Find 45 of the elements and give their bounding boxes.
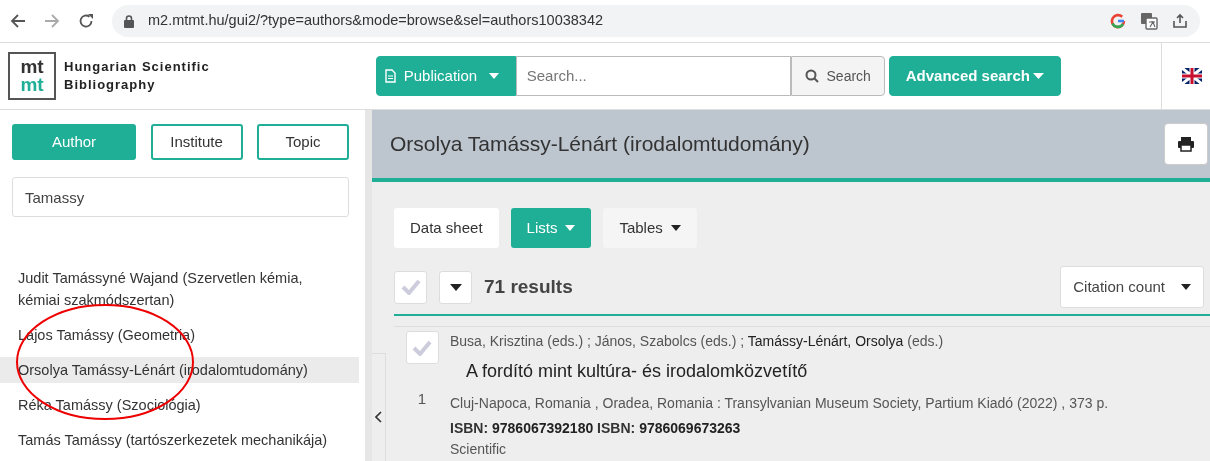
caret-icon <box>670 225 681 231</box>
document-icon <box>384 69 396 83</box>
view-tab[interactable]: Tables <box>603 208 697 248</box>
site-logo[interactable]: mt mt <box>8 52 56 100</box>
caret-icon <box>449 283 462 291</box>
view-tab[interactable]: Data sheet <box>394 208 499 248</box>
item-number: 1 <box>417 389 427 409</box>
g-logo-icon[interactable] <box>1110 13 1126 29</box>
lock-icon <box>124 14 134 28</box>
flag-icon[interactable] <box>1182 68 1202 84</box>
caret-icon <box>1181 284 1191 290</box>
url-text: m2.mtmt.hu/gui2/?type=authors&mode=browse&sel=authors10038342 <box>148 11 604 31</box>
author-result[interactable]: Tamás Tamássy (tartószerkezetek mechanikája) <box>0 427 359 453</box>
item-checkbox[interactable] <box>405 331 439 364</box>
checkmark-icon <box>400 279 421 295</box>
site-name: Hungarian Scientific Bibliography <box>64 58 210 94</box>
search-button[interactable]: Search <box>790 56 885 96</box>
checkmark-icon <box>412 339 432 356</box>
caret-icon <box>1032 73 1044 79</box>
sidebar-tab[interactable]: Topic <box>257 124 349 160</box>
caret-icon <box>489 73 500 79</box>
back-icon[interactable] <box>10 14 26 28</box>
author-search-field[interactable]: Tamassy <box>12 177 349 217</box>
translate-icon[interactable] <box>1140 12 1158 30</box>
isbn-line: ISBN: 9786067392180 ISBN: 9786069673263 <box>450 419 742 438</box>
sidebar-tab[interactable]: Institute <box>150 124 243 160</box>
share-icon[interactable] <box>1172 13 1188 29</box>
publication-title[interactable]: A fordító mint kultúra- és irodalomközvetítő <box>466 358 1210 385</box>
select-all-checkbox[interactable] <box>394 270 427 304</box>
page-title: Orsolya Tamássy-Lénárt (irodalomtudomány) <box>390 131 810 158</box>
chevron-left-icon <box>375 411 382 423</box>
printer-icon <box>1177 136 1195 152</box>
search-field[interactable]: Search... <box>515 56 791 96</box>
sort-dropdown[interactable]: Citation count <box>1060 266 1204 308</box>
reload-icon[interactable] <box>78 13 94 29</box>
menu-button[interactable] <box>439 270 472 304</box>
caret-icon <box>565 225 576 231</box>
author-result[interactable]: Judit Tamássyné Wajand (Szervetlen kémia, kémiai szakmódszertan) <box>0 265 359 313</box>
address-bar[interactable]: m2.mtmt.hu/gui2/?type=authors&mode=browse&sel=authors10038342 <box>112 5 1200 37</box>
results-count: 71 results <box>484 274 573 299</box>
print-button[interactable] <box>1164 123 1208 165</box>
authors-line: Busa, Krisztina (eds.) ; János, Szabolcs (eds.) ; Tamássy-Lénárt, Orsolya (eds.) <box>450 332 945 351</box>
publication-type: Scientific <box>450 440 508 459</box>
publisher-line: Cluj-Napoca, Romania , Oradea, Romania : Transylvanian Museum Society, Partium Kiadó (2022) , 373 p. <box>450 394 1110 413</box>
search-icon <box>804 69 819 83</box>
